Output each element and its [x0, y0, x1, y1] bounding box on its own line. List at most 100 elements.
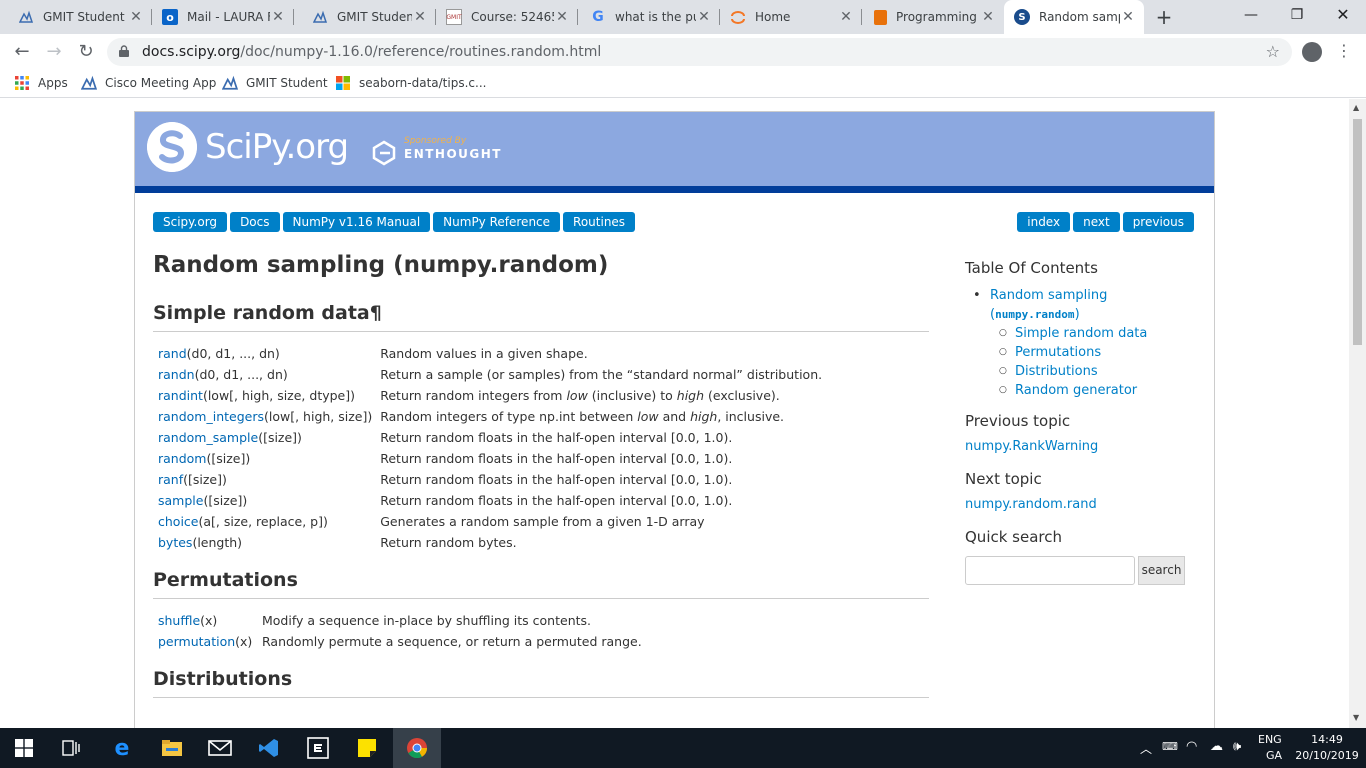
breadcrumb-manual[interactable]: NumPy v1.16 Manual	[282, 212, 431, 232]
browser-tab-active[interactable]: S Random samp ✕	[1004, 0, 1144, 34]
enthought-logo-icon	[372, 140, 396, 166]
sponsor-name: ENTHOUGHT	[404, 147, 502, 161]
profile-avatar-icon[interactable]	[1302, 42, 1322, 62]
bookmark-star-icon[interactable]: ☆	[1266, 42, 1280, 61]
function-link[interactable]: random_sample	[158, 430, 258, 445]
task-view-button[interactable]	[48, 728, 96, 768]
breadcrumb-scipy[interactable]: Scipy.org	[153, 212, 228, 232]
scrollbar-thumb[interactable]	[1353, 119, 1362, 345]
onedrive-cloud-icon[interactable]: ☁	[1210, 739, 1223, 754]
toc-link-simple[interactable]: Simple random data	[1015, 326, 1147, 341]
function-desc: Random values in a given shape.	[380, 346, 588, 361]
gmit-icon: GMIT	[446, 9, 462, 25]
browser-tab[interactable]: G what is the pur ✕	[578, 0, 720, 34]
bookmark-cisco[interactable]: Cisco Meeting App	[81, 75, 216, 91]
close-tab-icon[interactable]: ✕	[1120, 9, 1136, 25]
close-tab-icon[interactable]: ✕	[128, 9, 144, 25]
forward-arrow-icon[interactable]: →	[42, 40, 66, 64]
toc-link-random-generator[interactable]: Random generator	[1015, 383, 1137, 398]
site-logo-text[interactable]: SciPy.org	[205, 127, 349, 167]
tab-label: Random samp	[1039, 10, 1120, 24]
browser-tab[interactable]: Home ✕	[720, 0, 862, 34]
close-window-icon[interactable]: ✕	[1320, 0, 1366, 32]
section-heading-distributions: Distributions	[153, 668, 929, 698]
desc-emphasis: low	[637, 409, 659, 424]
menu-kebab-icon[interactable]: ⋮	[1336, 41, 1352, 60]
next-button[interactable]: next	[1073, 212, 1120, 232]
taskbar-mail[interactable]	[196, 728, 244, 768]
chrome-icon	[407, 738, 428, 759]
browser-tab[interactable]: GMIT Student ✕	[0, 0, 152, 34]
new-tab-button[interactable]: +	[1152, 5, 1176, 29]
url-path: /doc/numpy-1.16.0/reference/routines.ran…	[240, 44, 602, 60]
language-indicator[interactable]: ENG GA	[1258, 728, 1292, 768]
close-tab-icon[interactable]: ✕	[838, 9, 854, 25]
tray-expand-icon[interactable]: ︿	[1140, 740, 1152, 757]
close-tab-icon[interactable]: ✕	[412, 9, 428, 25]
browser-tab[interactable]: o Mail - LAURA F ✕	[152, 0, 294, 34]
function-link[interactable]: choice	[158, 514, 198, 529]
keyboard-icon[interactable]: ⌨	[1162, 740, 1178, 753]
minimize-icon[interactable]: —	[1228, 0, 1274, 32]
reload-icon[interactable]: ↻	[74, 40, 98, 64]
function-link[interactable]: shuffle	[158, 613, 200, 628]
bookmark-gmit[interactable]: GMIT Student	[222, 75, 328, 91]
previous-topic-link[interactable]: numpy.RankWarning	[965, 439, 1195, 454]
page-nav: index next previous	[1017, 212, 1194, 232]
toc-root-code[interactable]: (numpy.random)	[990, 307, 1080, 322]
address-bar[interactable]: docs.scipy.org/doc/numpy-1.16.0/referenc…	[107, 38, 1292, 66]
toc-link-random-sampling[interactable]: Random sampling	[990, 288, 1107, 303]
taskbar-edge[interactable]: e	[98, 728, 146, 768]
scroll-down-arrow-icon[interactable]: ▼	[1353, 713, 1359, 722]
toc-link-permutations[interactable]: Permutations	[1015, 345, 1101, 360]
function-link[interactable]: randint	[158, 388, 203, 403]
function-link[interactable]: sample	[158, 493, 203, 508]
toc-subitem: Random generator	[999, 381, 1195, 400]
function-link[interactable]: random	[158, 451, 206, 466]
breadcrumb-reference[interactable]: NumPy Reference	[433, 212, 561, 232]
close-tab-icon[interactable]: ✕	[270, 9, 286, 25]
function-link[interactable]: randn	[158, 367, 195, 382]
desc-text: , inclusive.	[717, 409, 785, 424]
page-scrollbar[interactable]: ▲ ▼	[1349, 99, 1366, 728]
taskbar-sticky-notes[interactable]	[343, 728, 391, 768]
browser-tab[interactable]: Programming ✕	[862, 0, 1004, 34]
function-args: ([size])	[183, 472, 227, 487]
taskbar-file-explorer[interactable]	[148, 728, 196, 768]
browser-tab[interactable]: GMIT Course: 52465 ✕	[436, 0, 578, 34]
taskbar-terminal[interactable]	[294, 728, 342, 768]
function-link[interactable]: bytes	[158, 535, 192, 550]
browser-tab[interactable]: GMIT Student ✕	[294, 0, 436, 34]
table-row: choice(a[, size, replace, p]) Generates a…	[158, 511, 822, 532]
function-link[interactable]: rand	[158, 346, 187, 361]
close-tab-icon[interactable]: ✕	[696, 9, 712, 25]
bookmark-apps[interactable]: Apps	[14, 75, 68, 91]
function-args: (length)	[192, 535, 243, 550]
previous-button[interactable]: previous	[1122, 212, 1194, 232]
breadcrumb-routines[interactable]: Routines	[563, 212, 636, 232]
function-link[interactable]: random_integers	[158, 409, 264, 424]
wifi-icon[interactable]: ◠	[1186, 739, 1197, 754]
function-link[interactable]: permutation	[158, 634, 235, 649]
close-tab-icon[interactable]: ✕	[554, 9, 570, 25]
search-input[interactable]	[965, 556, 1135, 585]
start-button[interactable]	[0, 728, 48, 768]
back-arrow-icon[interactable]: ←	[10, 40, 34, 64]
taskbar-vscode[interactable]	[245, 728, 293, 768]
function-link[interactable]: ranf	[158, 472, 183, 487]
taskbar-chrome[interactable]	[393, 728, 441, 768]
toc-link-distributions[interactable]: Distributions	[1015, 364, 1098, 379]
next-topic-link[interactable]: numpy.random.rand	[965, 497, 1195, 512]
toc-heading: Table Of Contents	[965, 259, 1098, 277]
bookmark-seaborn[interactable]: seaborn-data/tips.c...	[335, 75, 486, 91]
outlook-icon: o	[162, 9, 178, 25]
search-button[interactable]: search	[1138, 556, 1185, 585]
close-tab-icon[interactable]: ✕	[980, 9, 996, 25]
clock[interactable]: 14:49 20/10/2019	[1294, 728, 1360, 768]
scroll-up-arrow-icon[interactable]: ▲	[1353, 103, 1359, 112]
index-button[interactable]: index	[1017, 212, 1071, 232]
restore-icon[interactable]: ❐	[1274, 0, 1320, 32]
volume-icon[interactable]: 🕪	[1233, 739, 1241, 754]
breadcrumb-docs[interactable]: Docs	[230, 212, 280, 232]
scipy-logo-icon[interactable]	[147, 122, 197, 172]
